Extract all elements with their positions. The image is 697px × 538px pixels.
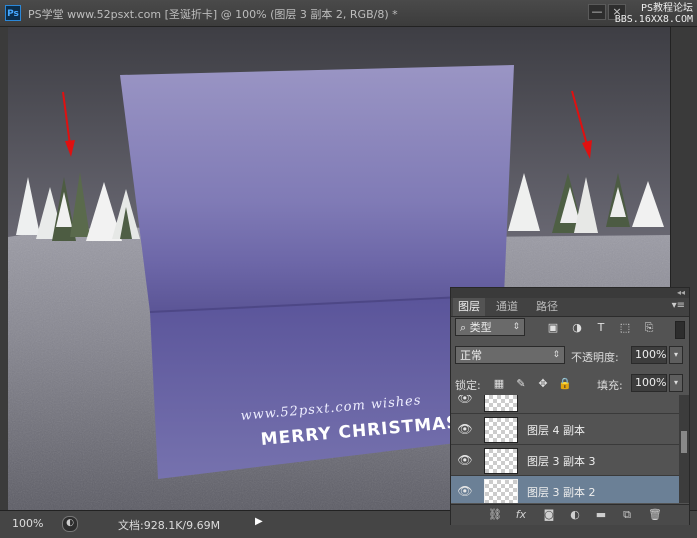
filter-type-layers-icon[interactable]: T (593, 320, 609, 336)
layer-style-fx-icon[interactable]: fx (513, 507, 529, 523)
lock-image-pixels-icon[interactable]: ✎ (513, 376, 529, 392)
new-adjustment-layer-icon[interactable]: ◐ (567, 507, 583, 523)
filter-smart-objects-icon[interactable]: ⎘ (641, 320, 657, 336)
layer-name: 图层 3 副本 2 (527, 486, 596, 499)
visibility-eye-icon[interactable]: 👁 (457, 484, 473, 498)
opacity-input[interactable]: 100% (631, 346, 667, 364)
visibility-eye-icon[interactable]: 👁 (457, 395, 473, 405)
layers-bottom-toolbar: ⛓ fx ◙ ◐ ▬ ⧉ 🗑 (451, 504, 689, 525)
visibility-eye-icon[interactable]: 👁 (457, 453, 473, 467)
panel-tabs: 图层 通道 路径 ▾≡ (451, 298, 689, 317)
minimize-button[interactable]: — (588, 4, 606, 20)
layer-row[interactable]: 👁 (451, 395, 679, 414)
blend-mode-select[interactable]: 正常 ⇕ (455, 346, 565, 364)
tab-layers[interactable]: 图层 (453, 298, 485, 316)
visibility-eye-icon[interactable]: 👁 (457, 422, 473, 436)
scrollbar-thumb[interactable] (681, 431, 687, 453)
link-layers-icon[interactable]: ⛓ (487, 507, 503, 523)
document-title-bar: Ps PS学堂 www.52psxt.com [圣诞折卡] @ 100% (图层… (0, 0, 697, 27)
tab-paths[interactable]: 路径 (531, 298, 563, 316)
lock-transparent-pixels-icon[interactable]: ▦ (491, 376, 507, 392)
layers-panel: ◂◂ 图层 通道 路径 ▾≡ ⌕ 类型 ⇕ ▣ ◑ T ⬚ ⎘ 正常 ⇕ 不透明… (450, 287, 690, 525)
panel-menu-icon[interactable]: ▾≡ (672, 300, 685, 311)
filter-pixel-layers-icon[interactable]: ▣ (545, 320, 561, 336)
filter-kind-value: 类型 (469, 321, 492, 334)
layer-thumbnail (484, 479, 518, 503)
watermark-line-1: PS教程论坛 (640, 3, 693, 14)
add-mask-icon[interactable]: ◙ (541, 507, 557, 523)
lock-position-icon[interactable]: ✥ (535, 376, 551, 392)
search-icon: ⌕ (460, 321, 470, 334)
lock-all-icon[interactable]: 🔒 (557, 376, 573, 392)
layer-name: 图层 3 副本 3 (527, 455, 596, 468)
fill-label: 填充: (597, 379, 623, 392)
layer-filter-kind-select[interactable]: ⌕ 类型 ⇕ (455, 318, 525, 336)
filter-shape-layers-icon[interactable]: ⬚ (617, 320, 633, 336)
lock-label: 锁定: (455, 379, 481, 392)
opacity-label: 不透明度: (571, 351, 619, 364)
photoshop-logo-icon: Ps (5, 5, 21, 21)
status-menu-arrow-icon[interactable]: ▶ (255, 516, 263, 527)
layer-row-selected[interactable]: 👁 图层 3 副本 2 (451, 476, 679, 503)
watermark-line-2: BBS.16XX8.COM (614, 14, 693, 25)
delete-layer-trash-icon[interactable]: 🗑 (647, 507, 663, 523)
opacity-slider-button[interactable]: ▾ (669, 346, 683, 364)
layers-scrollbar[interactable] (679, 395, 689, 503)
panel-collapse-button[interactable]: ◂◂ (451, 288, 689, 298)
layer-thumbnail (484, 417, 518, 443)
layer-name: 图层 4 副本 (527, 424, 585, 437)
tab-channels[interactable]: 通道 (491, 298, 523, 316)
layer-thumbnail (484, 448, 518, 474)
layers-list: 👁 👁 图层 4 副本 👁 图层 3 副本 3 👁 图层 3 副本 2 (451, 395, 679, 503)
filter-toggle-switch[interactable] (675, 321, 685, 339)
select-arrow-icon: ⇕ (512, 322, 520, 332)
fill-slider-button[interactable]: ▾ (669, 374, 683, 392)
status-info-icon[interactable]: ◐ (62, 516, 78, 532)
select-arrow-icon: ⇕ (552, 350, 560, 360)
document-tab-title[interactable]: PS学堂 www.52psxt.com [圣诞折卡] @ 100% (图层 3 … (28, 6, 398, 22)
filter-adjustment-layers-icon[interactable]: ◑ (569, 320, 585, 336)
document-size-info: 文档:928.1K/9.69M (118, 519, 221, 532)
layer-thumbnail (484, 395, 518, 412)
forum-watermark: PS教程论坛 BBS.16XX8.COM (615, 3, 693, 25)
new-group-folder-icon[interactable]: ▬ (593, 507, 609, 523)
blend-mode-value: 正常 (460, 349, 482, 362)
fill-input[interactable]: 100% (631, 374, 667, 392)
new-layer-icon[interactable]: ⧉ (619, 507, 635, 523)
layer-row[interactable]: 👁 图层 4 副本 (451, 414, 679, 445)
layer-row[interactable]: 👁 图层 3 副本 3 (451, 445, 679, 476)
zoom-level[interactable]: 100% (12, 517, 43, 530)
